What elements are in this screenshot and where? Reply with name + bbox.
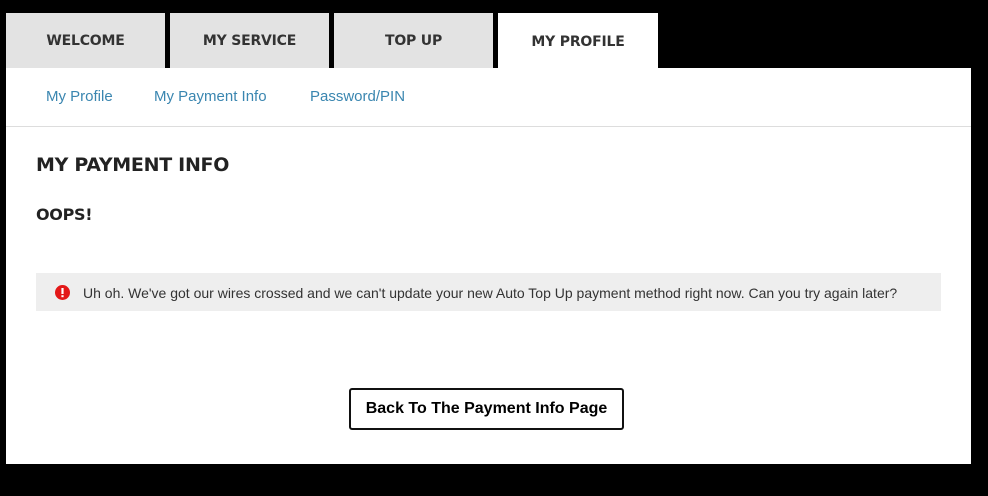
profile-subnav: My Profile My Payment Info Password/PIN xyxy=(6,68,971,127)
error-alert: Uh oh. We've got our wires crossed and w… xyxy=(36,273,941,311)
error-message: Uh oh. We've got our wires crossed and w… xyxy=(83,285,898,301)
tab-my-profile[interactable]: MY PROFILE xyxy=(498,13,658,70)
subnav-password-pin-link[interactable]: Password/PIN xyxy=(310,88,405,105)
tab-my-service[interactable]: MY SERVICE xyxy=(170,13,329,68)
tab-welcome[interactable]: WELCOME xyxy=(6,13,165,68)
back-to-payment-info-button[interactable]: Back To The Payment Info Page xyxy=(349,388,624,430)
error-icon xyxy=(55,285,70,300)
page-title: MY PAYMENT INFO xyxy=(36,154,230,176)
content-panel: My Profile My Payment Info Password/PIN … xyxy=(6,68,971,464)
oops-heading: OOPS! xyxy=(36,205,93,224)
subnav-my-payment-info-link[interactable]: My Payment Info xyxy=(154,88,267,105)
subnav-my-profile-link[interactable]: My Profile xyxy=(46,88,113,105)
tab-top-up[interactable]: TOP UP xyxy=(334,13,493,68)
